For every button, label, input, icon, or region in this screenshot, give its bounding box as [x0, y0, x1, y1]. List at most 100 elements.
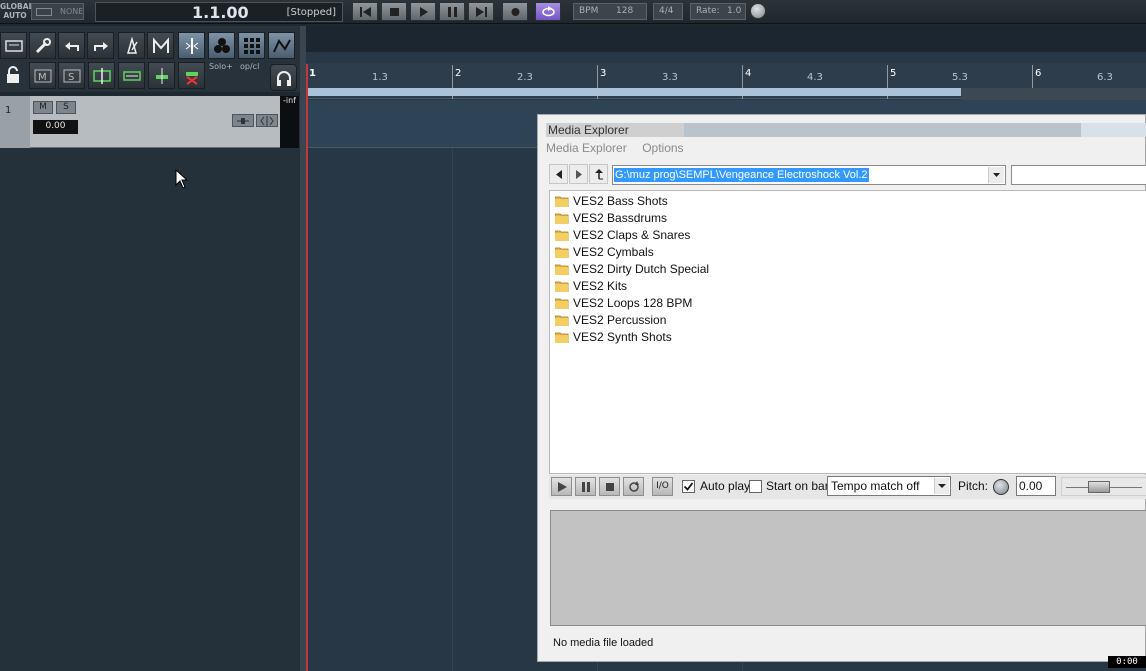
- go-to-end-button[interactable]: [468, 2, 494, 21]
- pause-button[interactable]: [439, 2, 465, 21]
- insert-track-button[interactable]: [148, 62, 175, 89]
- global-auto-line2: AUTO: [3, 11, 27, 20]
- stop-icon: [390, 8, 399, 16]
- play-button[interactable]: [410, 2, 436, 21]
- path-dropdown-button[interactable]: [988, 167, 1004, 183]
- add-region-button[interactable]: [118, 62, 145, 89]
- parent-folder-button[interactable]: [589, 164, 608, 184]
- slider-thumb[interactable]: [1088, 481, 1110, 493]
- folder-label: VES2 Synth Shots: [573, 330, 672, 344]
- global-auto-label[interactable]: GLOBAL AUTO: [0, 2, 33, 20]
- volume-slider[interactable]: [1061, 477, 1146, 496]
- time-display[interactable]: 1.1.00 [Stopped]: [95, 2, 343, 22]
- headphones-icon: [277, 71, 291, 86]
- undo-button[interactable]: [58, 32, 85, 59]
- ripple-edit-button[interactable]: [178, 32, 205, 59]
- back-button[interactable]: [549, 164, 568, 184]
- folder-icon: [555, 247, 569, 258]
- list-item[interactable]: VES2 Bass Shots: [550, 193, 1146, 210]
- playrate-field[interactable]: Rate: 1.0: [690, 3, 746, 20]
- folder-icon: [555, 332, 569, 343]
- folder-icon: [555, 281, 569, 292]
- automation-mode-button[interactable]: NONE: [31, 3, 84, 20]
- fx-button[interactable]: [232, 114, 254, 127]
- ruler-label: 2.3: [517, 72, 533, 83]
- folder-icon: [555, 230, 569, 241]
- auto-play-label: Auto play: [700, 479, 751, 493]
- io-button[interactable]: I/O: [652, 477, 673, 496]
- path-combobox[interactable]: G:\muz prog\SEMPL\Vengeance Electroshock…: [612, 165, 1006, 185]
- group-button[interactable]: [208, 32, 235, 59]
- playrate-knob[interactable]: [750, 3, 766, 19]
- position-readout: 1.1.00: [192, 3, 249, 22]
- lock-button[interactable]: [0, 62, 27, 89]
- loop-selection[interactable]: [306, 88, 961, 96]
- folder-icon: [555, 196, 569, 207]
- forward-button[interactable]: [569, 164, 588, 184]
- search-input[interactable]: [1011, 165, 1146, 185]
- path-bar: G:\muz prog\SEMPL\Vengeance Electroshock…: [546, 163, 1146, 187]
- toolbar-settings-button[interactable]: [0, 32, 27, 59]
- midi-item-button[interactable]: M: [29, 62, 56, 89]
- record-button[interactable]: [502, 2, 528, 21]
- tempo-match-select[interactable]: Tempo match off: [827, 476, 951, 496]
- automation-envelope-icon: [36, 8, 52, 16]
- bpm-field[interactable]: BPM 128: [573, 3, 647, 20]
- folder-label: VES2 Percussion: [573, 313, 667, 327]
- time-signature-field[interactable]: 4/4: [653, 3, 683, 20]
- list-item[interactable]: VES2 Bassdrums: [550, 210, 1146, 227]
- region-lane[interactable]: [306, 26, 1146, 52]
- undo-icon: [65, 42, 79, 51]
- stop-button[interactable]: [381, 2, 407, 21]
- repeat-toggle[interactable]: [535, 2, 561, 21]
- envelope-lock-button[interactable]: [268, 32, 295, 59]
- list-item[interactable]: VES2 Claps & Snares: [550, 227, 1146, 244]
- grid-button[interactable]: [238, 32, 265, 59]
- add-marker-button[interactable]: [88, 62, 115, 89]
- ruler-label: 2: [455, 68, 462, 79]
- metronome-button[interactable]: [118, 32, 145, 59]
- track-row[interactable]: 1 M S 0.00: [0, 96, 280, 148]
- preferences-button[interactable]: [29, 32, 56, 59]
- pitch-knob[interactable]: [993, 479, 1009, 495]
- go-to-start-button[interactable]: [352, 2, 378, 21]
- headphones-button[interactable]: [270, 64, 297, 91]
- play-icon: [558, 482, 567, 492]
- menu-media-explorer[interactable]: Media Explorer: [546, 141, 627, 155]
- delete-track-button[interactable]: [178, 62, 205, 89]
- ruler-label: 3: [600, 68, 607, 79]
- list-item[interactable]: VES2 Kits: [550, 278, 1146, 295]
- mouse-cursor-icon: [175, 169, 189, 189]
- project-end-band: [961, 88, 1146, 100]
- list-item[interactable]: VES2 Percussion: [550, 312, 1146, 329]
- preview-repeat-button[interactable]: [623, 477, 644, 496]
- snap-button[interactable]: [147, 32, 174, 59]
- media-explorer-title[interactable]: Media Explorer: [546, 123, 1146, 137]
- route-button[interactable]: [256, 114, 278, 127]
- list-item[interactable]: VES2 Dirty Dutch Special: [550, 261, 1146, 278]
- solo-button[interactable]: S: [56, 101, 76, 114]
- preview-play-button[interactable]: [551, 477, 572, 496]
- redo-button[interactable]: [87, 32, 114, 59]
- waveform-display[interactable]: [550, 510, 1146, 626]
- file-list[interactable]: VES2 Bass Shots VES2 Bassdrums VES2 Clap…: [549, 190, 1146, 474]
- mute-button[interactable]: M: [33, 101, 53, 114]
- edit-cursor[interactable]: [306, 64, 308, 671]
- preview-pause-button[interactable]: [575, 477, 596, 496]
- path-text[interactable]: G:\muz prog\SEMPL\Vengeance Electroshock…: [614, 168, 869, 182]
- chevron-down-icon: [938, 484, 946, 488]
- pause-icon: [582, 482, 590, 492]
- pitch-input[interactable]: 0.00: [1016, 476, 1056, 496]
- list-item[interactable]: VES2 Cymbals: [550, 244, 1146, 261]
- menu-options[interactable]: Options: [642, 141, 683, 155]
- start-on-bar-checkbox[interactable]: [749, 480, 762, 493]
- preview-stop-button[interactable]: [599, 477, 620, 496]
- track-control-panel: 1 M S 0.00: [0, 96, 300, 671]
- audio-item-button[interactable]: S: [58, 62, 85, 89]
- svg-text:M: M: [38, 72, 47, 83]
- auto-play-checkbox[interactable]: [682, 480, 695, 493]
- track-volume[interactable]: 0.00: [33, 120, 78, 134]
- list-item[interactable]: VES2 Loops 128 BPM: [550, 295, 1146, 312]
- list-item[interactable]: VES2 Synth Shots: [550, 329, 1146, 346]
- tempo-match-dropdown[interactable]: [934, 478, 949, 494]
